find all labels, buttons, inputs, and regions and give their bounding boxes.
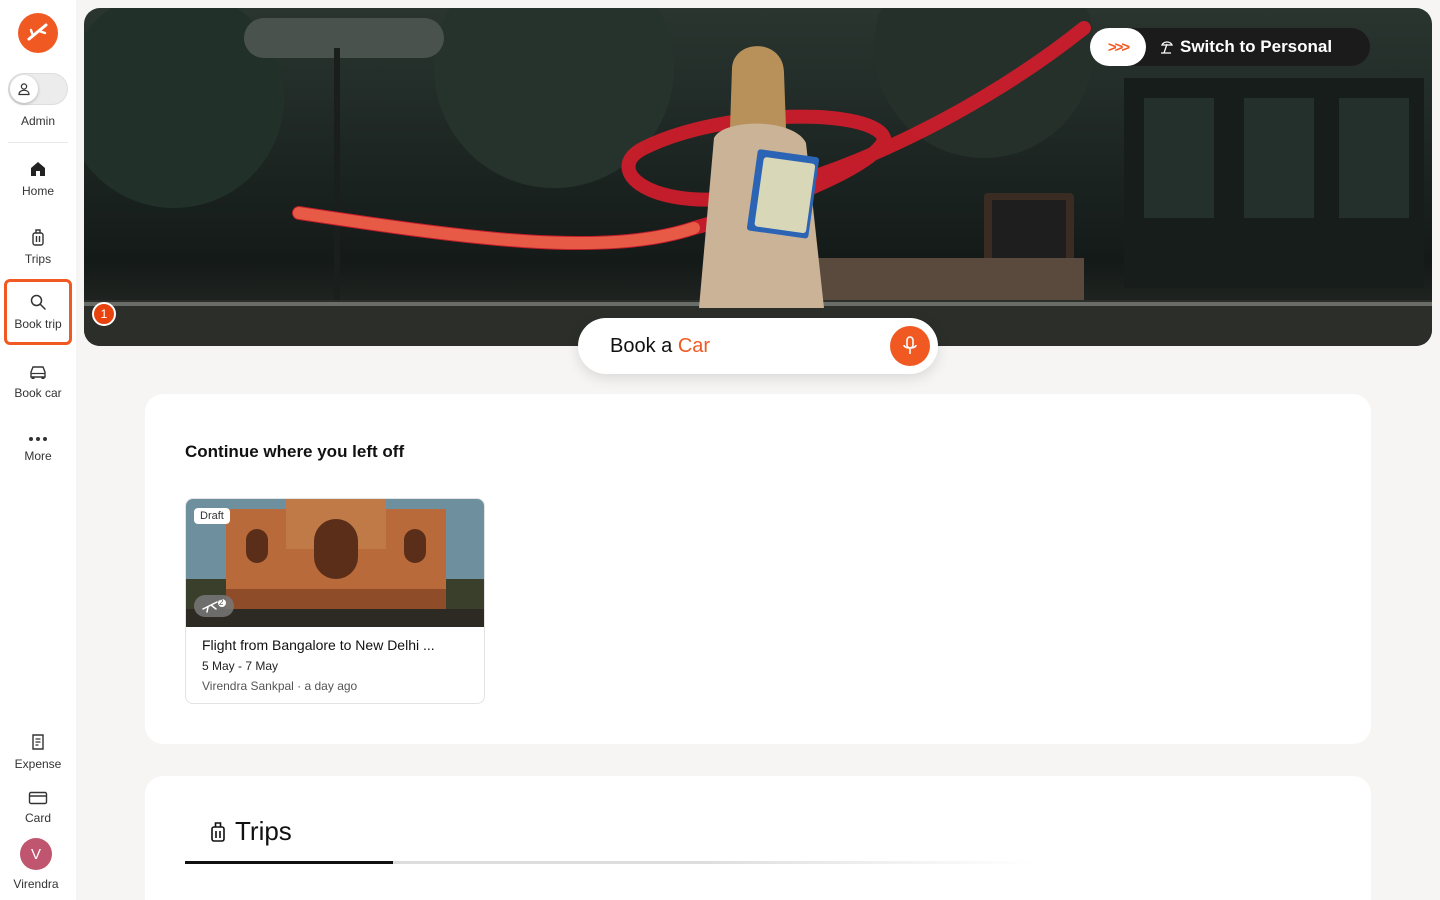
luggage-icon bbox=[32, 229, 44, 246]
active-tab-indicator bbox=[185, 861, 393, 864]
sidebar-item-label: Home bbox=[21, 184, 54, 198]
trips-panel: Trips bbox=[145, 776, 1371, 900]
switch-to-personal-button[interactable]: >>> Switch to Personal bbox=[1090, 28, 1370, 66]
switch-label-group: Switch to Personal bbox=[1158, 37, 1332, 57]
sidebar-item-more[interactable]: More bbox=[4, 416, 72, 482]
book-prompt-bar[interactable]: Book a Car bbox=[578, 318, 938, 374]
draft-trip-card[interactable]: Draft 2 Flight from Bangalore to New Del… bbox=[185, 498, 485, 704]
sidebar-item-card[interactable]: Card bbox=[4, 775, 72, 841]
book-prompt-text: Book a Car bbox=[610, 335, 710, 358]
trip-image: Draft 2 bbox=[186, 499, 484, 627]
trips-title: Trips bbox=[235, 816, 292, 846]
switch-to-personal-label: Switch to Personal bbox=[1180, 37, 1333, 56]
user-icon bbox=[10, 75, 38, 103]
admin-toggle[interactable] bbox=[8, 73, 68, 105]
trips-heading: Trips bbox=[209, 816, 292, 847]
step-badge: 1 bbox=[92, 302, 116, 326]
sidebar-divider bbox=[8, 142, 68, 143]
user-name: Virendra bbox=[13, 877, 59, 891]
sidebar-item-label: More bbox=[24, 449, 52, 463]
receipt-icon bbox=[32, 734, 44, 750]
voice-input-button[interactable] bbox=[890, 326, 930, 366]
sidebar-item-label: Expense bbox=[14, 757, 62, 771]
sidebar-item-home[interactable]: Home bbox=[4, 146, 72, 212]
more-icon bbox=[29, 437, 47, 441]
sidebar-item-label: Book trip bbox=[14, 317, 62, 331]
luggage-icon bbox=[211, 821, 225, 842]
draft-badge: Draft bbox=[194, 508, 230, 524]
chevrons-right-icon: >>> bbox=[1090, 28, 1146, 66]
app-logo[interactable] bbox=[18, 13, 58, 53]
microphone-icon bbox=[903, 336, 917, 354]
book-prompt-prefix: Book a bbox=[610, 334, 673, 357]
search-icon bbox=[30, 294, 46, 310]
trip-dates: 5 May - 7 May bbox=[202, 659, 279, 673]
continue-title: Continue where you left off bbox=[185, 442, 405, 461]
plane-logo-icon bbox=[27, 23, 48, 41]
sidebar: Admin Home Trips Book trip Book car More… bbox=[0, 0, 76, 900]
beach-icon bbox=[1160, 41, 1174, 54]
trip-meta: Virendra Sankpal · a day ago bbox=[202, 679, 358, 693]
trip-title: Flight from Bangalore to New Delhi ... bbox=[202, 637, 435, 653]
sidebar-item-label: Card bbox=[24, 811, 51, 825]
sidebar-item-book-car[interactable]: Book car bbox=[4, 349, 72, 415]
admin-label: Admin bbox=[20, 114, 55, 128]
avatar[interactable]: V bbox=[20, 838, 52, 870]
flight-count: 2 bbox=[219, 598, 224, 607]
sidebar-item-book-trip[interactable]: Book trip bbox=[4, 279, 72, 345]
continue-panel: Continue where you left off Draft 2 Flig… bbox=[145, 394, 1371, 744]
card-icon bbox=[28, 791, 48, 805]
book-prompt-accent: Car bbox=[677, 334, 711, 357]
sidebar-item-label: Book car bbox=[14, 386, 62, 400]
sidebar-item-label: Trips bbox=[24, 252, 52, 266]
flight-count-chip: 2 bbox=[194, 595, 234, 617]
hero-banner: >>> Switch to Personal 1 bbox=[84, 8, 1432, 346]
sidebar-item-trips[interactable]: Trips bbox=[4, 214, 72, 280]
home-icon bbox=[31, 162, 45, 176]
airplane-icon bbox=[202, 599, 226, 613]
car-icon bbox=[30, 366, 46, 379]
